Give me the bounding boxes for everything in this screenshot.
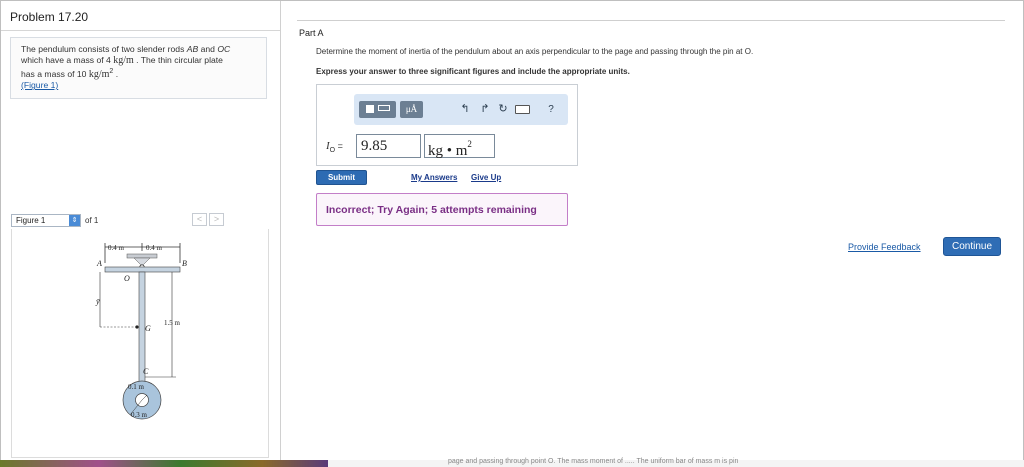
rod-ab [104,266,181,273]
statement-text: . [113,68,119,79]
undo-icon[interactable]: ↰ [458,101,472,118]
prev-figure-button[interactable]: < [192,213,207,226]
label-g: G [145,324,151,333]
label-a: A [96,259,102,268]
problem-statement: The pendulum consists of two slender rod… [10,37,267,99]
background-text: page and passing through point O. The ma… [448,458,739,465]
question-text: Determine the moment of inertia of the p… [316,47,754,56]
chevron-updown-icon: ⇕ [69,215,80,226]
app-frame: Problem 17.20 The pendulum consists of t… [0,0,1024,462]
help-button[interactable]: ? [545,101,557,118]
math-toolbar: μÅ ↰ ↱ ↻ ? [354,94,568,125]
figure-link[interactable]: (Figure 1) [21,80,58,90]
templates-button[interactable] [359,101,396,118]
reset-icon[interactable]: ↻ [496,101,510,118]
plate-mass-unit: kg/m [88,68,110,80]
center-of-mass-g [135,325,139,329]
statement-text: has a mass of 10 [21,68,89,79]
continue-button[interactable]: Continue [943,237,1001,256]
background-image-strip [0,460,328,467]
unit-input[interactable]: kg • m2 [424,134,495,159]
instruction-text: Express your answer to three significant… [316,67,630,76]
label-ybar: ȳ [95,297,100,306]
pin-support [126,253,158,259]
figure-toolbar: Figure 1 ⇕ of 1 < > [11,213,267,229]
redo-icon[interactable]: ↱ [478,101,492,118]
submit-button[interactable]: Submit [316,170,367,185]
statement-text: and [198,44,218,54]
rod-ab-label: AB [186,44,199,54]
label-c: C [143,367,149,376]
answer-subscript: O [329,146,336,154]
figure-select[interactable]: Figure 1 ⇕ [11,214,81,227]
label-b: B [182,259,187,268]
label-outer-radius: 0.3 m [131,411,148,419]
equals-sign: = [337,141,343,151]
label-inner-radius: 0.1 m [128,383,145,391]
rod-mass-unit: kg/m [113,54,134,66]
statement-text: . The thin circular plate [133,54,223,65]
divider [297,20,1005,21]
dim-right-label: 0.4 m [146,244,163,252]
figure-count: of 1 [85,216,99,225]
figure-area: 0.4 m 0.4 m A B O ȳ G 1.5 m C 0.1 m 0.3 … [11,229,269,458]
rod-oc-label: OC [217,44,231,54]
label-o: O [124,274,130,283]
statement-text: which have a mass of 4 [21,54,114,65]
part-title: Part A [299,28,324,38]
label-length: 1.5 m [164,319,181,327]
provide-feedback-link[interactable]: Provide Feedback [848,242,921,252]
value-input[interactable]: 9.85 [356,134,421,158]
problem-panel: Problem 17.20 The pendulum consists of t… [1,1,281,461]
divider [1,30,280,31]
give-up-link[interactable]: Give Up [471,173,501,182]
keyboard-icon[interactable] [515,105,530,114]
unit-exponent: 2 [467,139,472,149]
next-figure-button[interactable]: > [209,213,224,226]
pendulum-diagram: 0.4 m 0.4 m A B O ȳ G 1.5 m C 0.1 m 0.3 … [95,243,187,420]
statement-text: The pendulum consists of two slender rod… [21,44,187,54]
unit-base: kg • m [428,143,468,159]
units-button[interactable]: μÅ [400,101,423,118]
problem-title: Problem 17.20 [10,10,89,24]
answer-label: IO = [326,140,343,154]
dim-left-label: 0.4 m [108,244,125,252]
figure-select-label: Figure 1 [16,216,46,225]
feedback-message: Incorrect; Try Again; 5 attempts remaini… [326,204,537,216]
my-answers-link[interactable]: My Answers [411,173,457,182]
